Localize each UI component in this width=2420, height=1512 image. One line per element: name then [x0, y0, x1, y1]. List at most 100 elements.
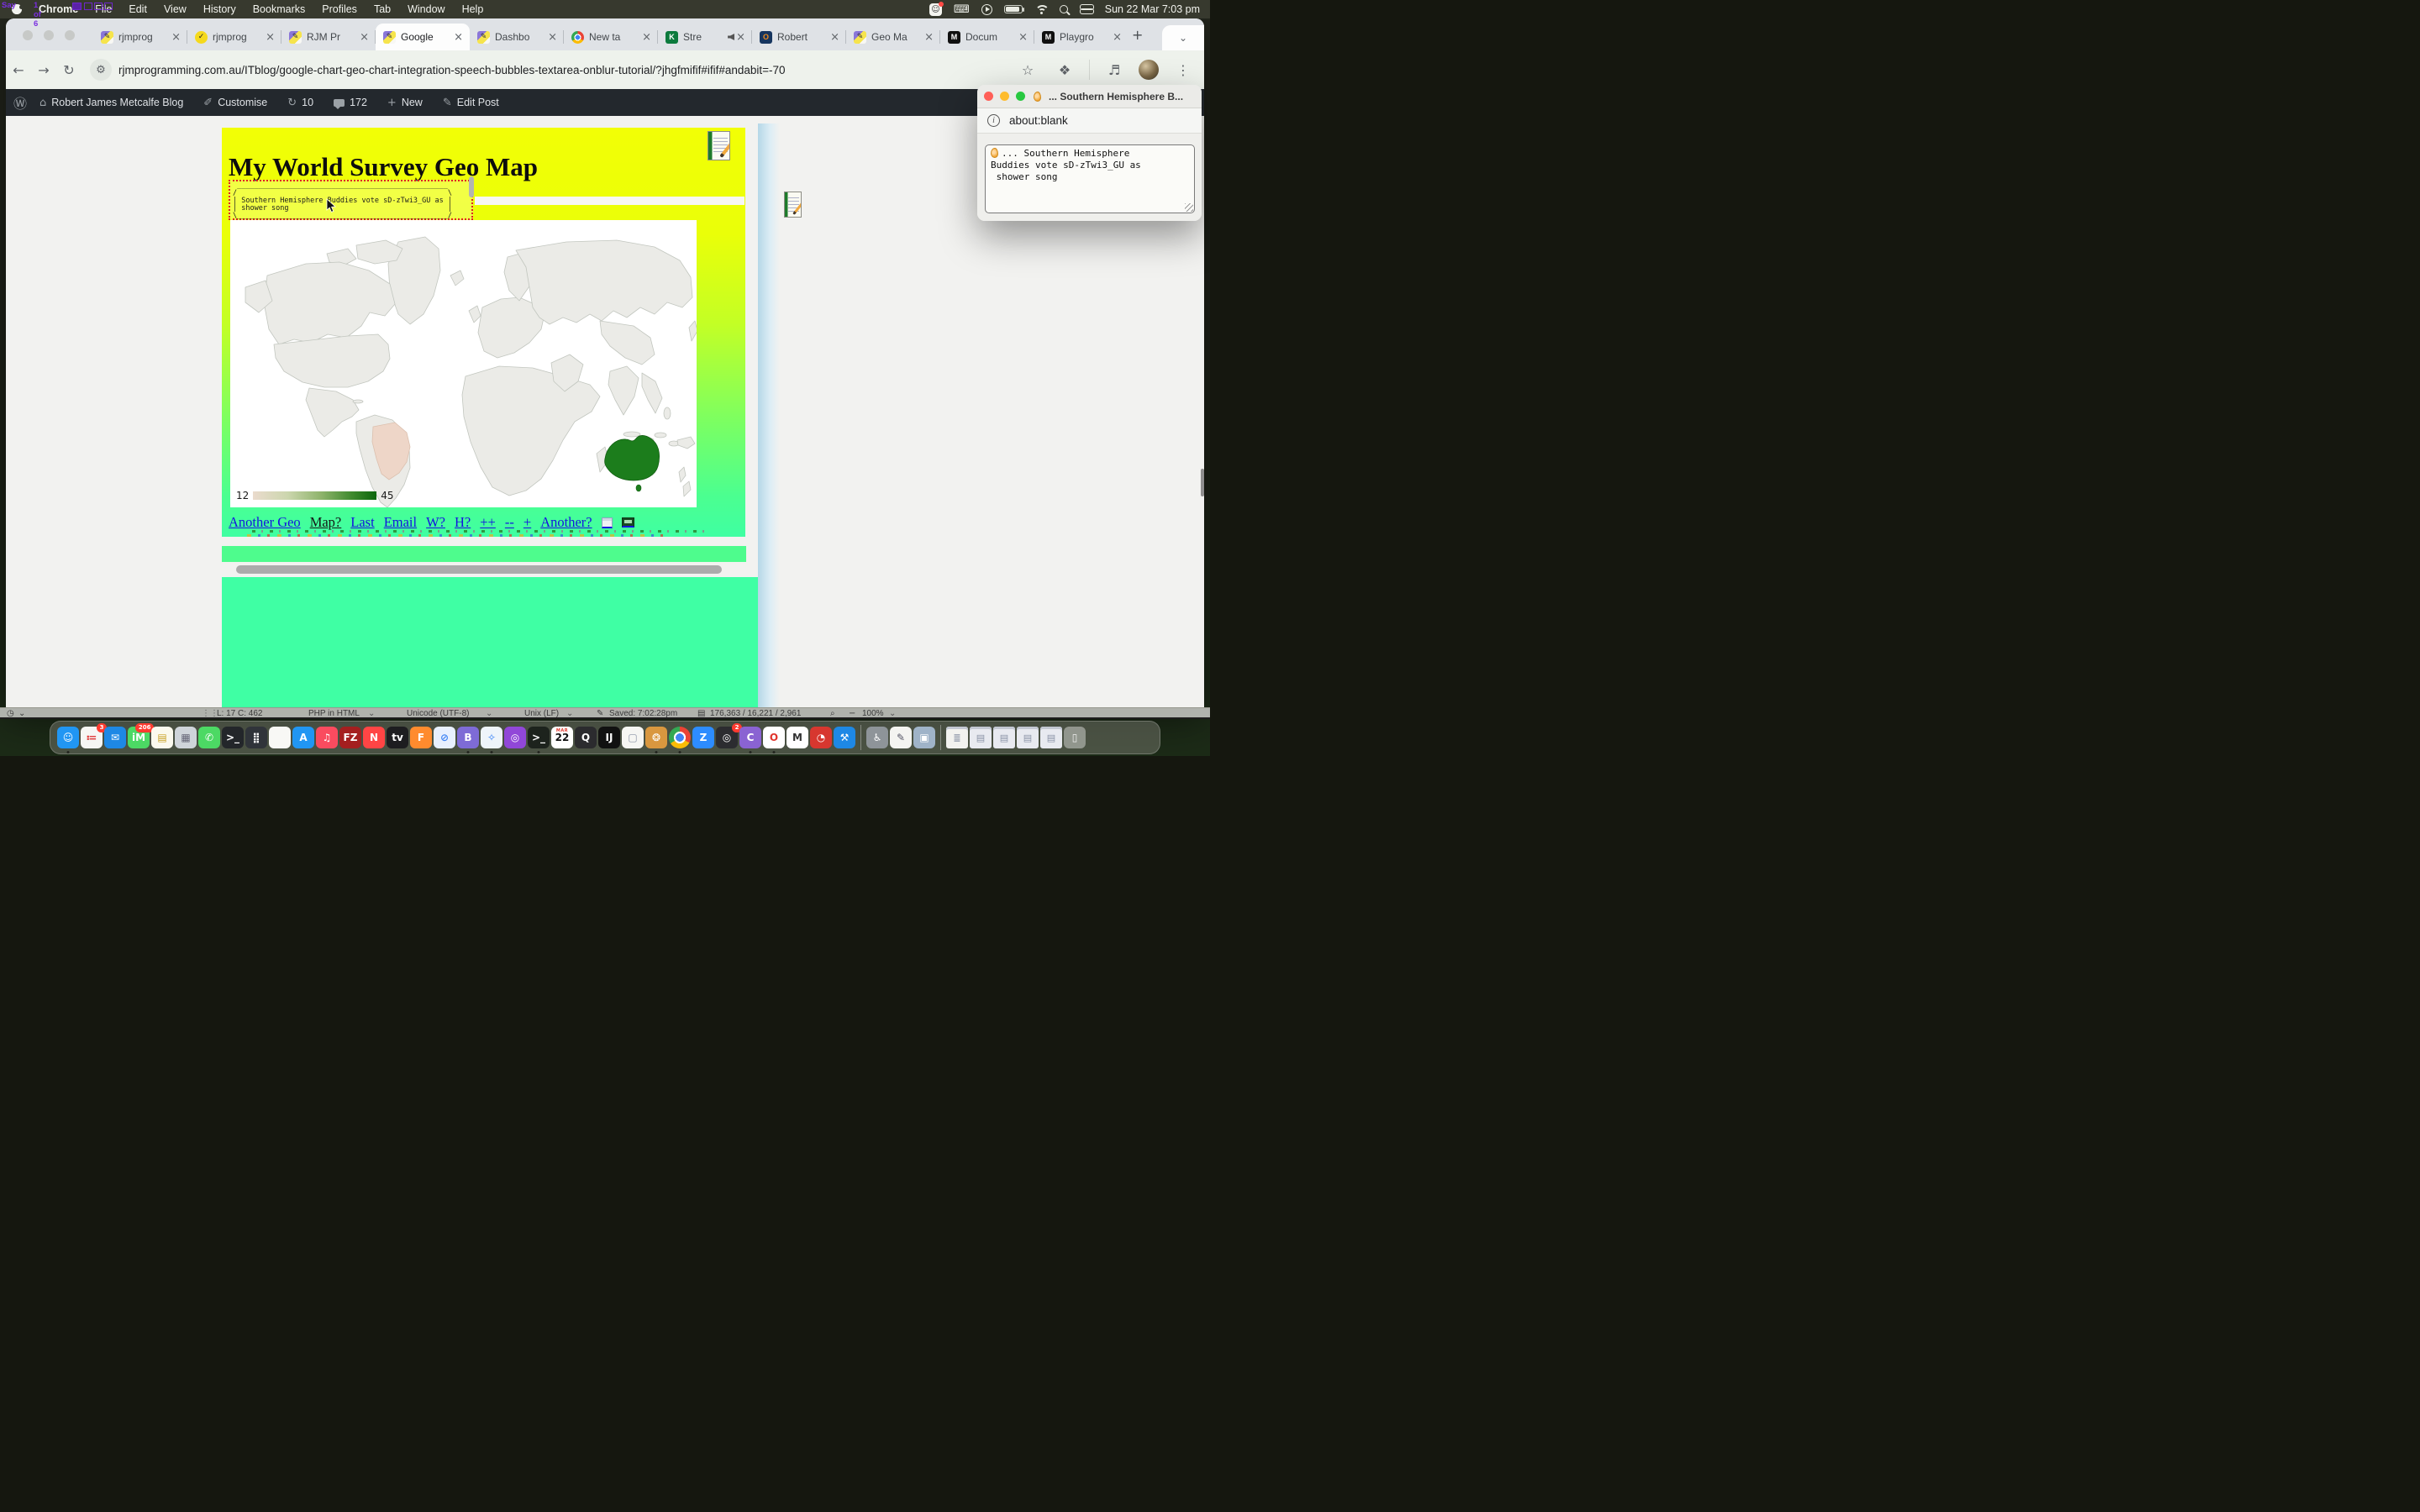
link-plusplus[interactable]: ++ — [480, 514, 496, 531]
notepad-pencil-icon-small[interactable] — [784, 192, 802, 218]
dock-item-window-1[interactable]: ▤ — [970, 727, 992, 748]
popup-textarea[interactable]: ... Southern Hemisphere Buddies vote sD-… — [985, 144, 1195, 213]
address-bar[interactable]: rjmprogramming.com.au/ITblog/google-char… — [118, 64, 1003, 76]
dock-item-zoom[interactable]: Z — [692, 727, 714, 748]
adminbar-site-name[interactable]: ⌂Robert James Metcalfe Blog — [32, 97, 191, 109]
dock-item-window-4[interactable]: ▤ — [1040, 727, 1062, 748]
clock-icon[interactable]: ◷ — [7, 709, 14, 718]
dock-item-notes[interactable]: ▤ — [151, 727, 173, 748]
profile-avatar[interactable] — [1139, 60, 1159, 80]
adminbar-edit-post[interactable]: ✎Edit Post — [435, 97, 507, 109]
link-map[interactable]: Map? — [310, 514, 342, 531]
dock-item-launchpad[interactable]: ▦ — [175, 727, 197, 748]
minimize-window-button[interactable] — [44, 30, 54, 40]
popup-zoom-button[interactable] — [1016, 92, 1025, 101]
adminbar-comments[interactable]: 172 — [326, 97, 375, 108]
news-thumbnail-icon[interactable] — [602, 517, 613, 528]
dock-item-facetime[interactable]: ✆ — [198, 727, 220, 748]
tab-dashboard[interactable]: ✎Dashbo× — [470, 24, 564, 50]
link-another-geo[interactable]: Another Geo — [229, 514, 301, 531]
link-minusminus[interactable]: -- — [505, 514, 514, 531]
dock-item-tooth[interactable]: M — [786, 727, 808, 748]
menu-bookmarks[interactable]: Bookmarks — [245, 3, 314, 15]
page-scroll-strip[interactable] — [758, 123, 780, 707]
spotlight-icon[interactable] — [1060, 5, 1068, 13]
adminbar-customise[interactable]: ✐Customise — [196, 97, 275, 109]
tab-audio-icon[interactable] — [728, 34, 734, 40]
site-settings-icon[interactable]: ⚙ — [90, 59, 112, 81]
close-tab-icon[interactable]: × — [546, 31, 559, 44]
notification-app-icon[interactable]: ☺ — [929, 3, 942, 16]
bookmark-star-icon[interactable]: ☆ — [1015, 62, 1040, 78]
popup-close-button[interactable] — [984, 92, 993, 101]
status-language[interactable]: PHP in HTML — [308, 709, 360, 718]
close-tab-icon[interactable]: × — [264, 31, 276, 44]
dock-item-preview[interactable]: ✎ — [890, 727, 912, 748]
dock-item-window-2[interactable]: ▤ — [993, 727, 1015, 748]
dock-item-textedit[interactable] — [269, 727, 291, 748]
control-center-icon[interactable] — [1080, 4, 1093, 14]
dock-item-trash[interactable]: ▯ — [1064, 727, 1086, 748]
wordpress-logo-icon[interactable]: Ⓦ — [13, 92, 27, 113]
geo-chart[interactable]: 12 45 — [230, 220, 697, 507]
close-tab-icon[interactable]: × — [358, 31, 371, 44]
tab-stream[interactable]: KStre× — [658, 24, 752, 50]
computer-thumbnail-icon[interactable] — [622, 517, 634, 528]
link-h[interactable]: H? — [455, 514, 471, 531]
dock-item-messages[interactable]: iM206 — [128, 727, 150, 748]
horizontal-scrollbar-thumb[interactable] — [236, 565, 722, 574]
dock-item-libreoffice[interactable]: ▢ — [622, 727, 644, 748]
dock-item-terminal[interactable]: >_ — [222, 727, 244, 748]
dock-item-palette[interactable]: ❂ — [645, 727, 667, 748]
close-tab-icon[interactable]: × — [734, 31, 747, 44]
playback-icon[interactable] — [981, 4, 992, 15]
close-tab-icon[interactable]: × — [1111, 31, 1123, 44]
link-email[interactable]: Email — [384, 514, 417, 531]
dock-item-safari[interactable]: ✧ — [481, 727, 502, 748]
zoom-window-button[interactable] — [65, 30, 75, 40]
dock-item-window-3[interactable]: ▤ — [1017, 727, 1039, 748]
forward-button[interactable]: → — [31, 62, 56, 78]
grip-icon[interactable]: ⋮⋮ — [202, 709, 218, 718]
dock-item-firefox[interactable]: F — [410, 727, 432, 748]
menu-edit[interactable]: Edit — [120, 3, 155, 15]
dock-item-terminal-2[interactable]: >_ — [528, 727, 550, 748]
extensions-icon[interactable]: ❖ — [1052, 62, 1077, 78]
link-w[interactable]: W? — [426, 514, 445, 531]
dock-item-photo-booth[interactable]: ▣ — [913, 727, 935, 748]
chrome-menu-icon[interactable]: ⋮ — [1171, 62, 1196, 78]
adminbar-new[interactable]: +New — [380, 97, 430, 109]
menu-help[interactable]: Help — [454, 3, 492, 15]
zoom-out-icon[interactable]: − — [849, 709, 855, 718]
menu-tab[interactable]: Tab — [366, 3, 399, 15]
popup-minimize-button[interactable] — [1000, 92, 1009, 101]
menu-view[interactable]: View — [155, 3, 195, 15]
dock-item-reminders[interactable]: ≔3 — [81, 727, 103, 748]
speech-bubble-textarea[interactable]: ________________________________________… — [229, 180, 473, 220]
close-tab-icon[interactable]: × — [829, 31, 841, 44]
dock-item-chrome[interactable] — [669, 727, 691, 748]
dock-item-filezilla[interactable]: FZ — [339, 727, 361, 748]
menu-history[interactable]: History — [195, 3, 245, 15]
browser-scrollbar-thumb[interactable] — [1201, 469, 1204, 496]
link-last[interactable]: Last — [350, 514, 374, 531]
menu-profiles[interactable]: Profiles — [313, 3, 366, 15]
dock-item-quicktime[interactable]: Q — [575, 727, 597, 748]
tab-robert[interactable]: ORobert× — [752, 24, 846, 50]
magnifier-icon[interactable]: ⌕ — [830, 709, 835, 718]
tab-new-tab[interactable]: New ta× — [564, 24, 658, 50]
dock-item-intellij[interactable]: IJ — [598, 727, 620, 748]
back-button[interactable]: ← — [6, 62, 31, 78]
close-tab-icon[interactable]: × — [1017, 31, 1029, 44]
tab-rjmprog-2[interactable]: ✓rjmprog× — [187, 24, 281, 50]
dock-item-calendar[interactable]: 22MAR — [551, 727, 573, 748]
dock-item-music[interactable]: ♫ — [316, 727, 338, 748]
tab-rjm-pr[interactable]: ✎RJM Pr× — [281, 24, 376, 50]
keyboard-icon[interactable]: ⌨ — [954, 3, 970, 16]
textarea-scrollbar-thumb[interactable] — [469, 176, 474, 197]
dock-item-dialer[interactable]: ⣿ — [245, 727, 267, 748]
status-encoding[interactable]: Unicode (UTF-8) — [407, 709, 469, 718]
status-line-ending[interactable]: Unix (LF) — [524, 709, 559, 718]
tab-document[interactable]: MDocum× — [940, 24, 1034, 50]
info-icon[interactable]: i — [987, 114, 1000, 127]
